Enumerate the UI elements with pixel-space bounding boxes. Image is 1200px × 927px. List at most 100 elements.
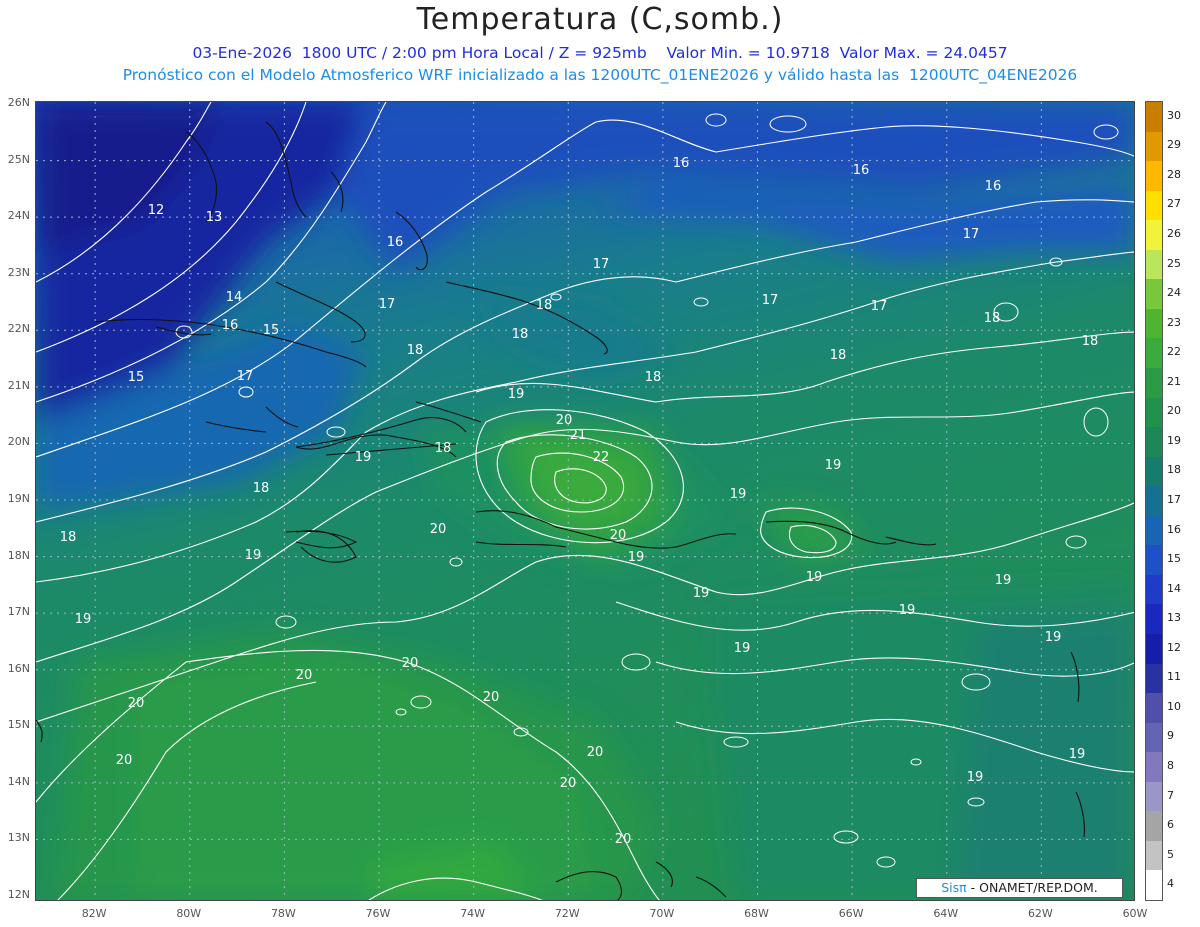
lat-label: 24N	[7, 209, 30, 223]
contour-value-label: 13	[206, 210, 223, 225]
colorbar-segment	[1146, 102, 1162, 133]
lon-label: 80W	[176, 907, 202, 920]
colorbar-label: 7	[1167, 788, 1174, 802]
contour-value-label: 19	[995, 573, 1012, 588]
colorbar-label: 15	[1167, 552, 1181, 566]
contour-value-label: 20	[615, 832, 632, 847]
lat-label: 13N	[7, 831, 30, 845]
colorbar-segment	[1146, 663, 1162, 694]
contour-value-label: 19	[1069, 747, 1086, 762]
colorbar-label: 12	[1167, 640, 1181, 654]
colorbar-segment	[1146, 574, 1162, 605]
colorbar-segment	[1146, 634, 1162, 665]
contour-value-label: 15	[128, 370, 145, 385]
contour-value-label: 20	[128, 696, 145, 711]
colorbar-segment	[1146, 515, 1162, 546]
lat-label: 25N	[7, 152, 30, 166]
contour-value-label: 19	[693, 586, 710, 601]
colorbar-segment	[1146, 338, 1162, 369]
contour-value-label: 20	[430, 522, 447, 537]
contour-value-label: 18	[407, 343, 424, 358]
contour-value-label: 18	[435, 441, 452, 456]
colorbar-label: 4	[1167, 877, 1174, 891]
colorbar-segment	[1146, 781, 1162, 812]
colorbar-segment	[1146, 545, 1162, 576]
contour-value-label: 20	[610, 528, 627, 543]
contour-value-label: 18	[645, 370, 662, 385]
contour-value-label: 18	[830, 348, 847, 363]
credits-box: Sisπ - ONAMET/REP.DOM.	[916, 878, 1123, 898]
subtitle-model-info: Pronóstico con el Modelo Atmosferico WRF…	[122, 66, 1078, 84]
lat-label: 22N	[7, 322, 30, 336]
contour-value-label: 18	[1082, 334, 1099, 349]
contour-value-label: 17	[379, 297, 396, 312]
contour-value-label: 19	[245, 548, 262, 563]
colorbar-segment	[1146, 456, 1162, 487]
contour-value-label: 14	[226, 290, 243, 305]
colorbar-label: 11	[1167, 670, 1181, 684]
temperature-map: 12 13 14 15 16 15 17 16 17 18 17 18 18 16 16 16 17 17 17 18…	[35, 101, 1135, 901]
contour-value-label: 19	[967, 770, 984, 785]
colorbar-label: 28	[1167, 167, 1181, 181]
map-canvas: 12 13 14 15 16 15 17 16 17 18 17 18 18 16 16 16 17 17 17 18…	[36, 102, 1134, 900]
sispi-logo-text: Sisπ	[941, 880, 967, 895]
colorbar-label: 5	[1167, 847, 1174, 861]
contour-value-label: 19	[734, 641, 751, 656]
colorbar-label: 24	[1167, 286, 1181, 300]
lon-label: 78W	[270, 907, 296, 920]
colorbar-segment	[1146, 249, 1162, 280]
lat-label: 20N	[7, 435, 30, 449]
colorbar-segment	[1146, 840, 1162, 871]
lon-label: 82W	[81, 907, 107, 920]
colorbar-label: 14	[1167, 581, 1181, 595]
lat-label: 18N	[7, 548, 30, 562]
lon-label: 66W	[838, 907, 864, 920]
colorbar-segment	[1146, 870, 1162, 901]
colorbar-segment	[1146, 752, 1162, 783]
colorbar-segment	[1146, 427, 1162, 458]
colorbar-label: 27	[1167, 197, 1181, 211]
lon-label: 60W	[1122, 907, 1148, 920]
colorbar-label: 20	[1167, 404, 1181, 418]
lon-label: 70W	[649, 907, 675, 920]
contour-value-label: 17	[963, 227, 980, 242]
colorbar-segment	[1146, 368, 1162, 399]
lon-label: 74W	[460, 907, 486, 920]
contour-value-label: 16	[387, 235, 404, 250]
lat-label: 23N	[7, 265, 30, 279]
contour-value-label: 18	[536, 298, 553, 313]
contour-value-label: 18	[253, 481, 270, 496]
colorbar-label: 19	[1167, 433, 1181, 447]
lon-label: 64W	[933, 907, 959, 920]
contour-value-label: 17	[237, 369, 254, 384]
colorbar-segment	[1146, 486, 1162, 517]
contour-value-label: 19	[355, 450, 372, 465]
colorbar-label: 25	[1167, 256, 1181, 270]
contour-value-label: 19	[628, 550, 645, 565]
colorbar-segment	[1146, 722, 1162, 753]
colorbar-segment	[1146, 397, 1162, 428]
contour-value-label: 16	[853, 163, 870, 178]
colorbar-segment	[1146, 279, 1162, 310]
colorbar-segment	[1146, 131, 1162, 162]
subtitle-time-range: 03-Ene-2026 1800 UTC / 2:00 pm Hora Loca…	[192, 44, 1008, 62]
contour-value-label: 19	[75, 612, 92, 627]
colorbar-segment	[1146, 693, 1162, 724]
contour-value-label: 19	[1045, 630, 1062, 645]
colorbar	[1145, 101, 1163, 901]
colorbar-label: 9	[1167, 729, 1174, 743]
contour-value-label: 19	[806, 570, 823, 585]
colorbar-label: 16	[1167, 522, 1181, 536]
contour-value-label: 19	[508, 387, 525, 402]
contour-value-label: 17	[593, 257, 610, 272]
colorbar-label: 21	[1167, 374, 1181, 388]
contour-value-label: 16	[673, 156, 690, 171]
lon-label: 76W	[365, 907, 391, 920]
lat-label: 21N	[7, 378, 30, 392]
lat-label: 16N	[7, 661, 30, 675]
lat-label: 19N	[7, 492, 30, 505]
map-title: Temperatura (C,somb.)	[416, 2, 784, 37]
contour-value-label: 20	[560, 776, 577, 791]
credits-text: - ONAMET/REP.DOM.	[966, 880, 1098, 895]
colorbar-segment	[1146, 220, 1162, 251]
